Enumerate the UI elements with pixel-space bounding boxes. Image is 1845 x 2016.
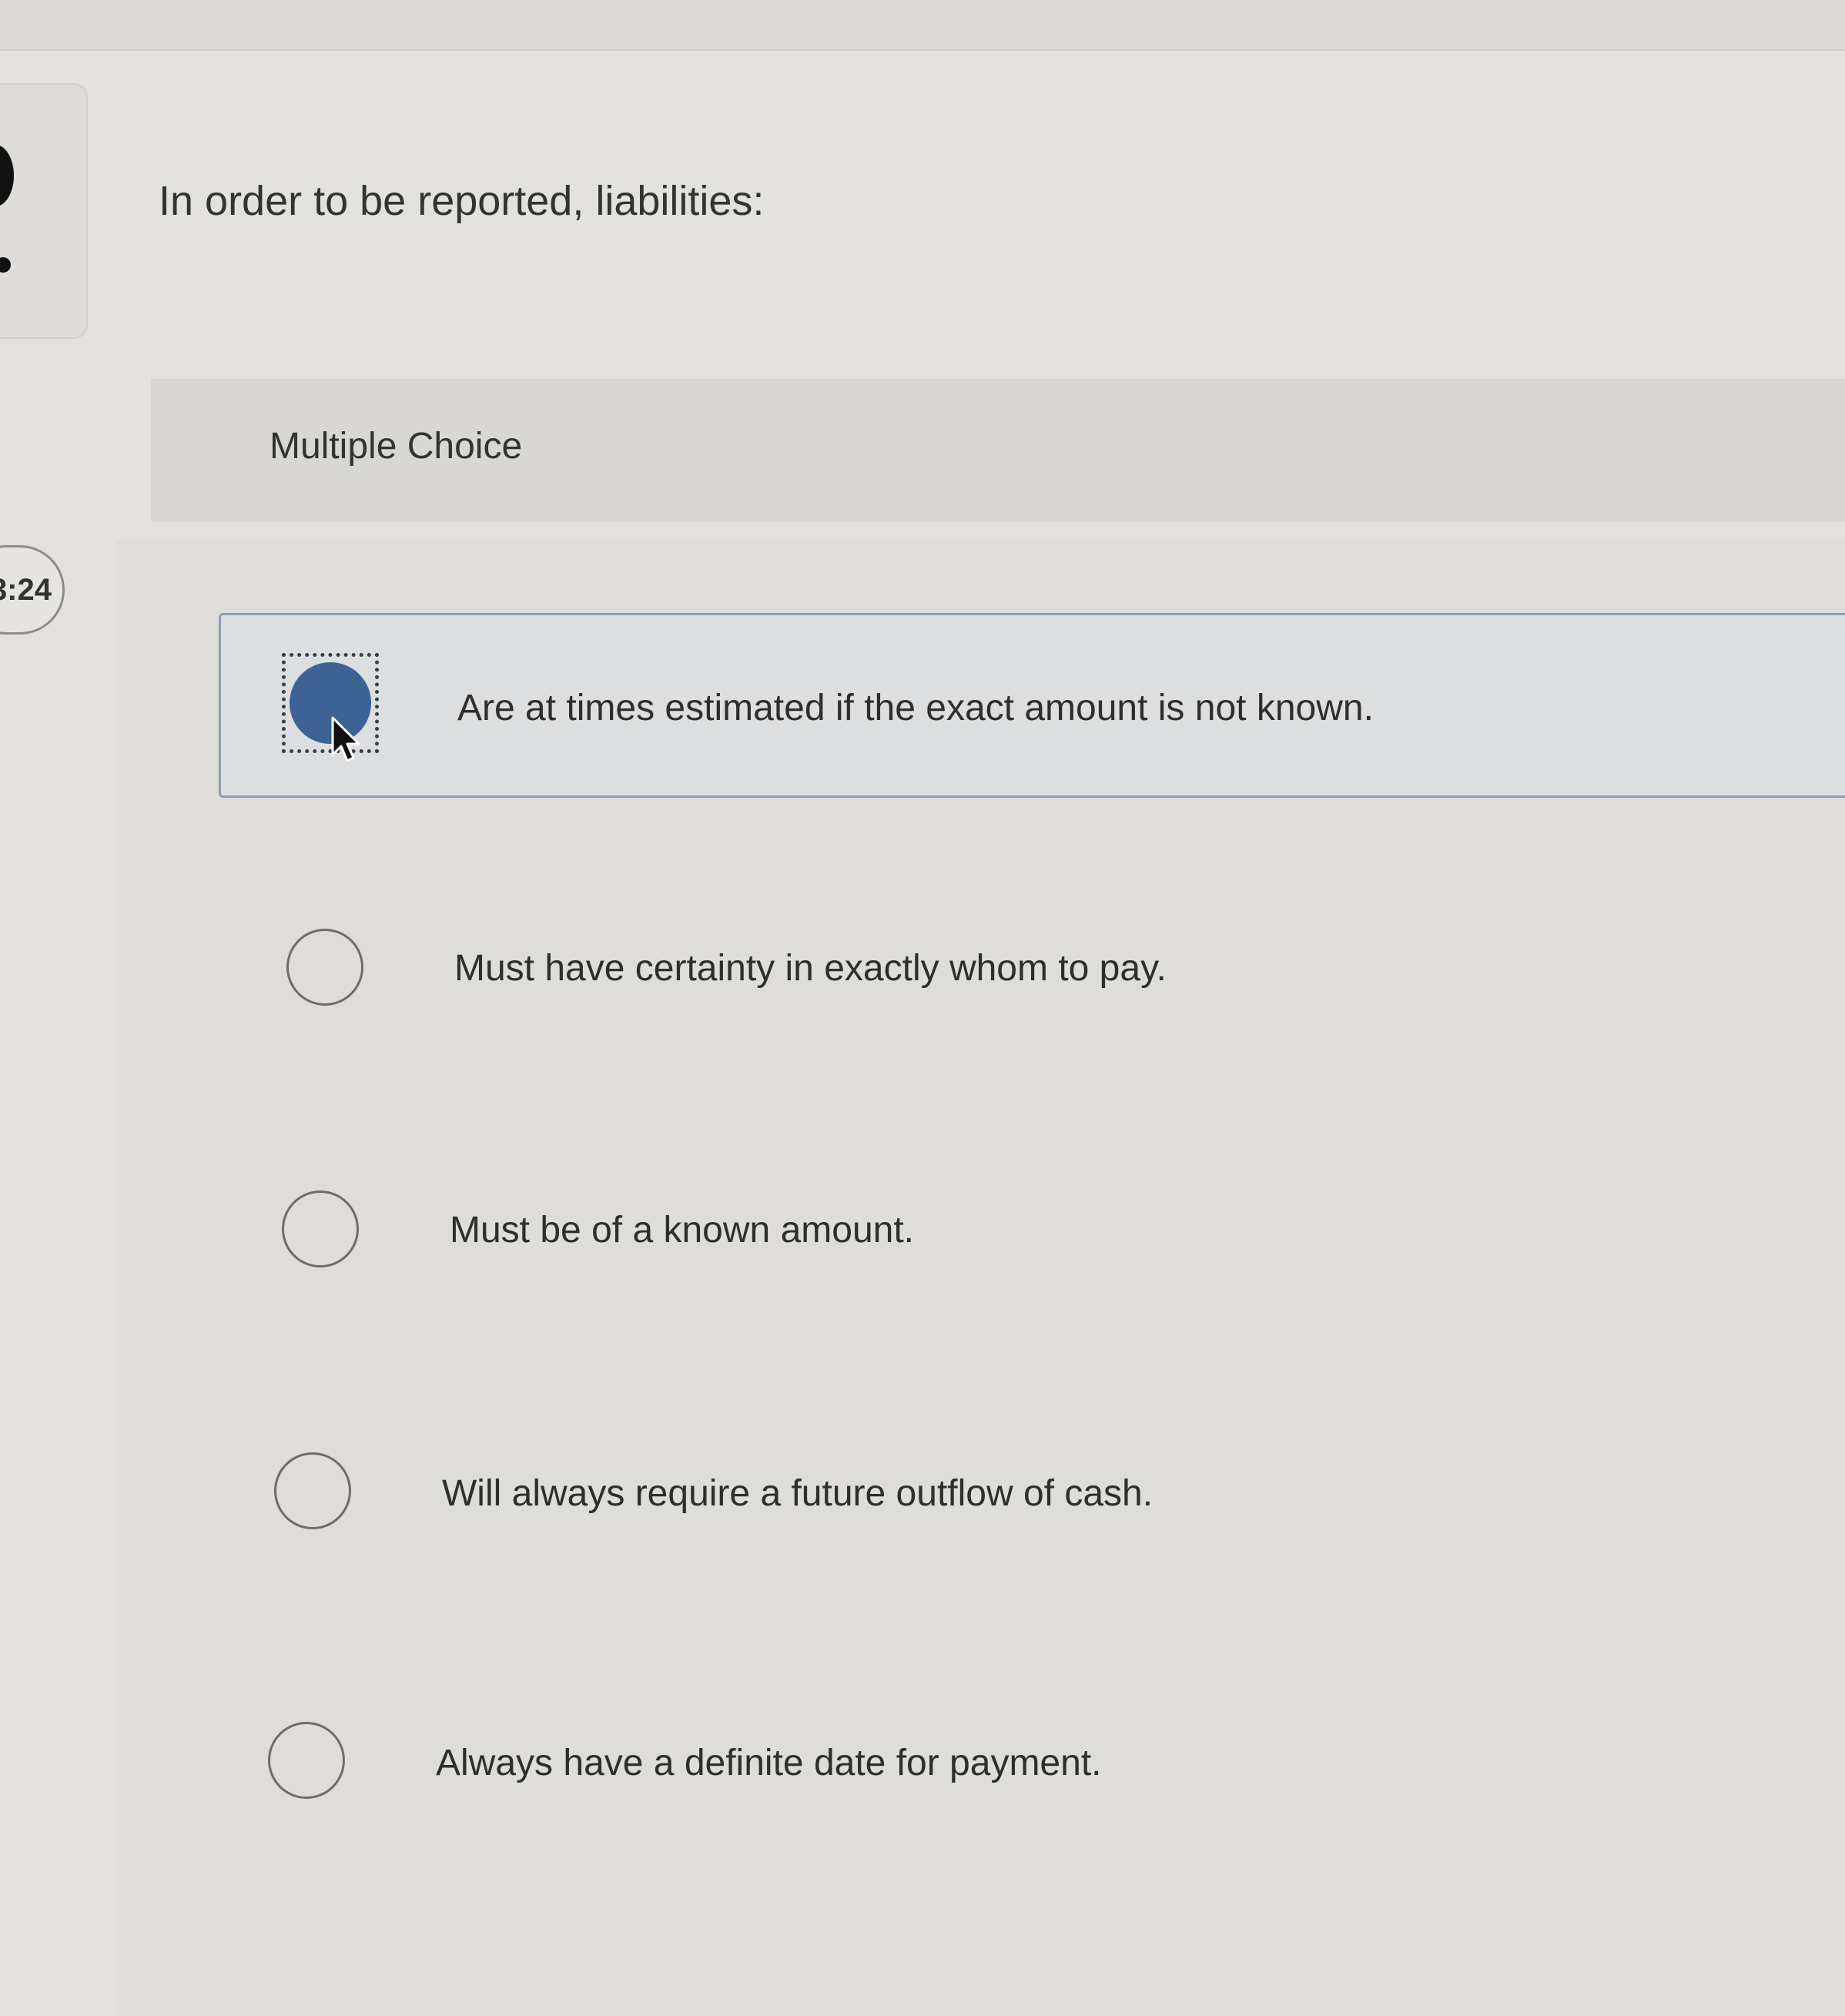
mouse-pointer-icon [331, 716, 360, 762]
question-text: In order to be reported, liabilities: [159, 178, 765, 224]
answer-option-4-label[interactable]: Will always require a future outflow of … [442, 1472, 1153, 1515]
answer-option-2-label[interactable]: Must have certainty in exactly whom to p… [454, 947, 1167, 990]
radio-button-4[interactable] [274, 1452, 351, 1529]
radio-button-2[interactable] [286, 929, 363, 1006]
timer-badge: 3:24 [0, 545, 65, 635]
top-bar [0, 0, 1845, 51]
radio-button-3[interactable] [282, 1191, 359, 1268]
side-panel [0, 83, 88, 339]
radio-button-5[interactable] [268, 1722, 345, 1799]
answer-option-1-label: Are at times estimated if the exact amou… [457, 688, 1374, 728]
answer-option-3-label[interactable]: Must be of a known amount. [450, 1209, 914, 1251]
answer-option-5-label[interactable]: Always have a definite date for payment. [436, 1742, 1102, 1784]
question-type-label: Multiple Choice [270, 426, 523, 467]
